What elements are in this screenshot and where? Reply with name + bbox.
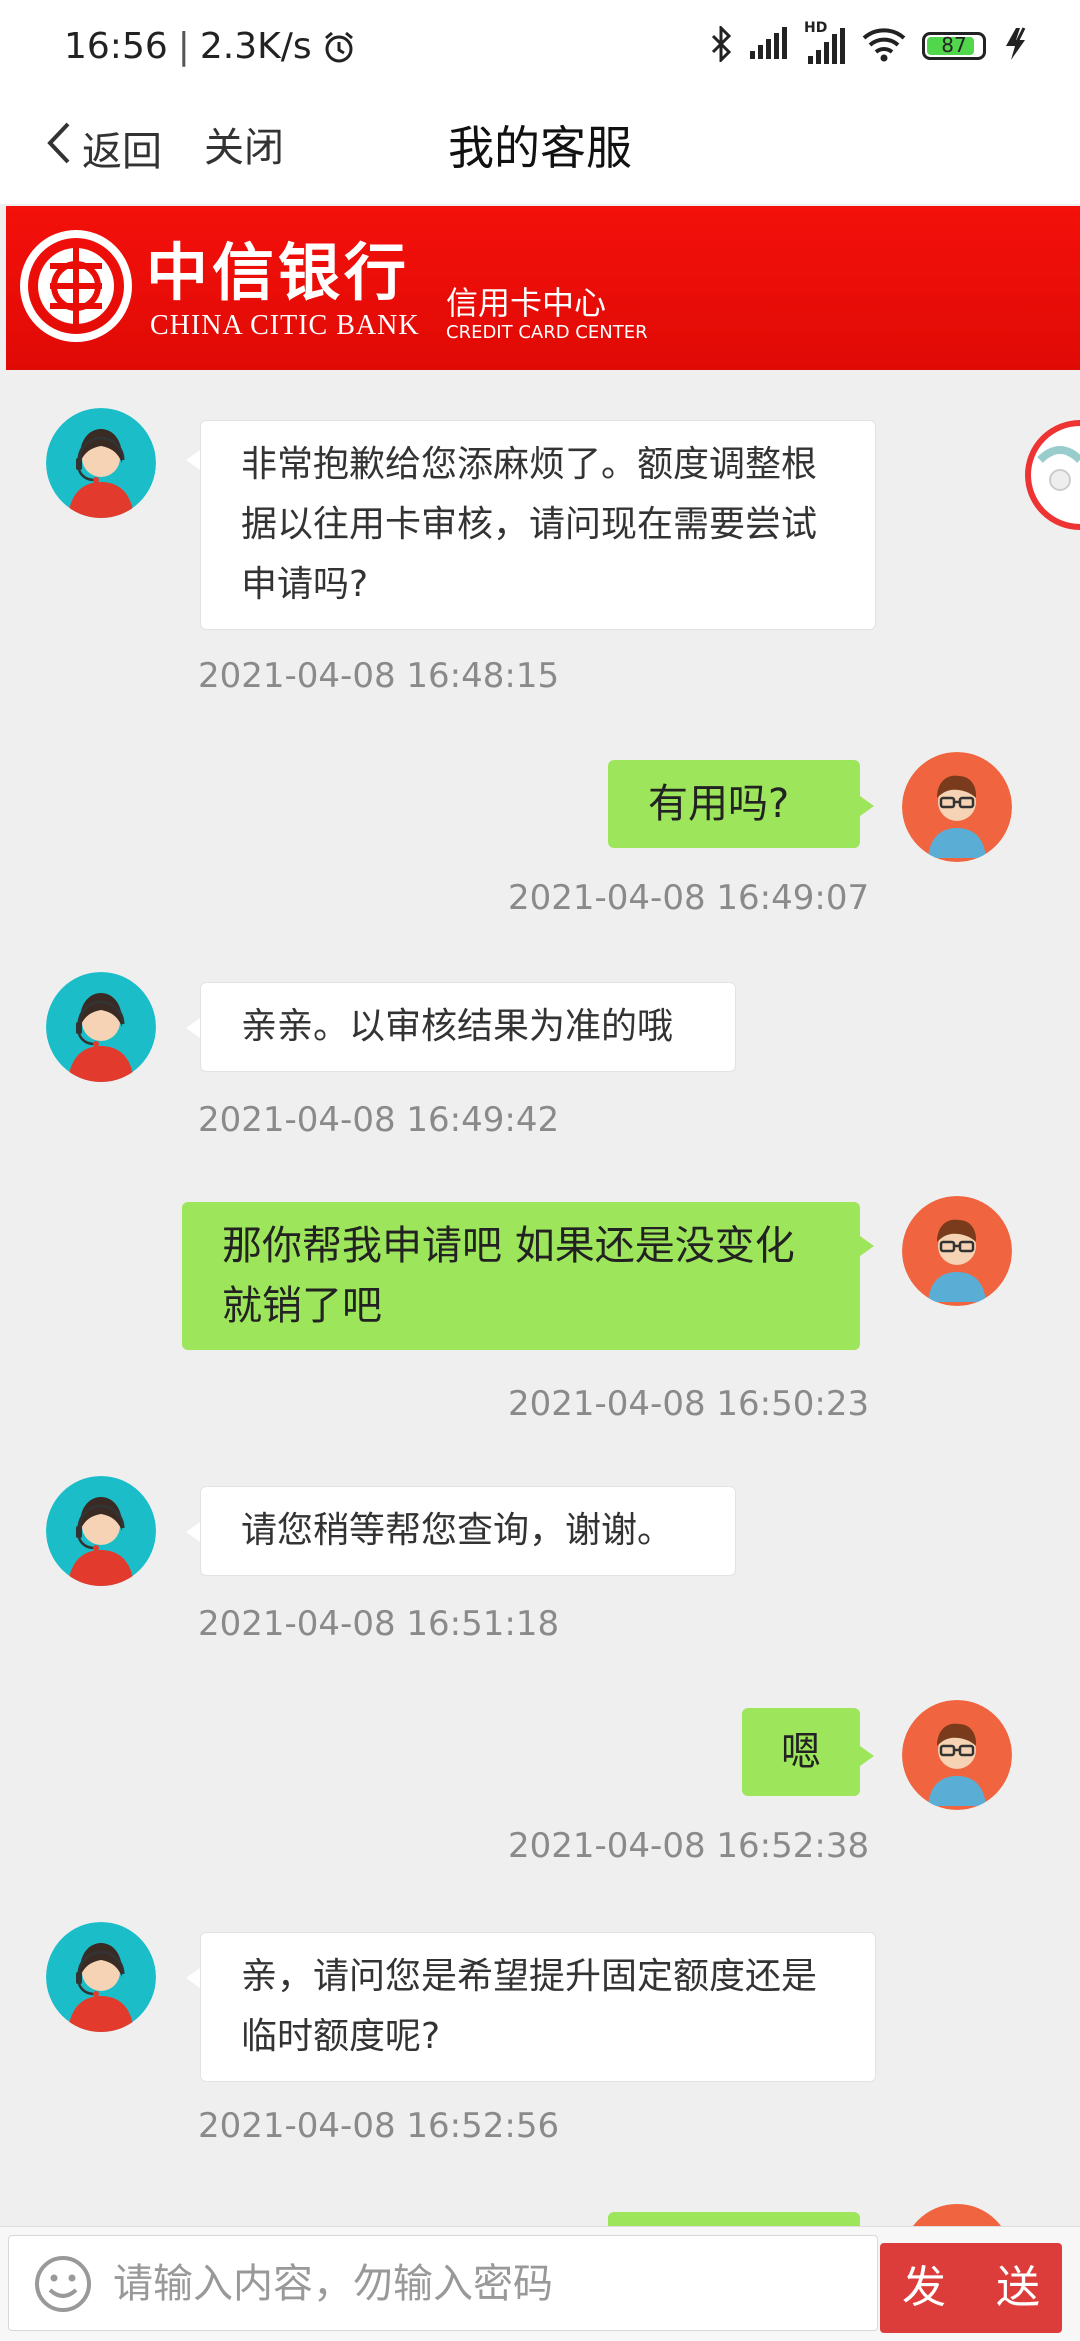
bubble-tail bbox=[860, 1746, 874, 1766]
navigation-bar: 返回 关闭 我的客服 bbox=[0, 92, 1080, 204]
bank-name-en: CHINA CITIC BANK bbox=[150, 310, 420, 341]
message-timestamp: 2021-04-08 16:48:15 bbox=[198, 656, 560, 696]
user-avatar bbox=[902, 1196, 1012, 1306]
bubble-tail bbox=[860, 796, 874, 816]
agent-message-bubble: 请您稍等帮您查询，谢谢。 bbox=[200, 1486, 736, 1576]
page-title: 我的客服 bbox=[448, 121, 632, 175]
bluetooth-icon bbox=[710, 24, 732, 66]
battery-icon: 87 bbox=[922, 32, 986, 60]
signal-icon bbox=[748, 27, 788, 65]
message-timestamp: 2021-04-08 16:49:07 bbox=[508, 878, 870, 918]
bubble-tail bbox=[186, 1522, 200, 1542]
agent-avatar bbox=[46, 1922, 156, 2032]
message-timestamp: 2021-04-08 16:52:56 bbox=[198, 2106, 560, 2146]
bubble-tail bbox=[186, 1018, 200, 1038]
send-button[interactable]: 发 送 bbox=[880, 2243, 1062, 2333]
agent-avatar bbox=[46, 408, 156, 518]
bubble-tail bbox=[186, 1968, 200, 1988]
agent-message-bubble: 亲，请问您是希望提升固定额度还是临时额度呢? bbox=[200, 1932, 876, 2082]
user-avatar bbox=[902, 752, 1012, 862]
message-input[interactable] bbox=[113, 2236, 813, 2332]
message-timestamp: 2021-04-08 16:51:18 bbox=[198, 1604, 560, 1644]
user-avatar-partial bbox=[902, 2204, 1012, 2226]
agent-avatar bbox=[46, 972, 156, 1082]
user-message-bubble: 嗯 bbox=[742, 1708, 860, 1796]
agent-message-bubble: 亲亲。以审核结果为准的哦 bbox=[200, 982, 736, 1072]
message-timestamp: 2021-04-08 16:50:23 bbox=[508, 1384, 870, 1424]
bubble-tail bbox=[186, 450, 200, 470]
citic-logo-icon bbox=[20, 230, 132, 342]
credit-card-center-cn: 信用卡中心 bbox=[446, 284, 607, 322]
emoji-icon[interactable] bbox=[33, 2254, 93, 2314]
user-avatar bbox=[902, 1700, 1012, 1810]
bubble-tail bbox=[860, 1236, 874, 1256]
message-timestamp: 2021-04-08 16:52:38 bbox=[508, 1826, 870, 1866]
status-separator: | bbox=[177, 26, 190, 67]
user-message-bubble: 那你帮我申请吧 如果还是没变化 就销了吧 bbox=[182, 1202, 860, 1350]
hd-signal-icon: HD bbox=[804, 20, 846, 66]
status-network-speed: 2.3K/s bbox=[199, 26, 312, 67]
status-left: 16:56 | 2.3K/s bbox=[64, 26, 356, 67]
status-bar: 16:56 | 2.3K/s HD 87 bbox=[0, 0, 1080, 92]
status-right: HD 87 bbox=[710, 20, 1030, 68]
message-input-bar: 发 送 bbox=[0, 2226, 1080, 2341]
bank-name-cn: 中信银行 bbox=[146, 236, 411, 309]
charging-icon bbox=[1002, 26, 1030, 66]
message-timestamp: 2021-04-08 16:49:42 bbox=[198, 1100, 560, 1140]
battery-level: 87 bbox=[941, 33, 967, 57]
status-time: 16:56 bbox=[64, 26, 168, 67]
alarm-icon bbox=[322, 30, 356, 64]
credit-card-center-en: CREDIT CARD CENTER bbox=[446, 322, 648, 343]
wifi-icon bbox=[862, 26, 906, 66]
user-message-bubble: 有用吗? bbox=[608, 760, 860, 848]
agent-message-bubble: 非常抱歉给您添麻烦了。额度调整根据以往用卡审核，请问现在需要尝试申请吗? bbox=[200, 420, 876, 630]
floating-assistant-icon[interactable] bbox=[1020, 400, 1080, 530]
agent-avatar bbox=[46, 1476, 156, 1586]
input-box bbox=[8, 2235, 878, 2332]
bank-banner: 中信银行 CHINA CITIC BANK 信用卡中心 CREDIT CARD … bbox=[6, 206, 1080, 370]
